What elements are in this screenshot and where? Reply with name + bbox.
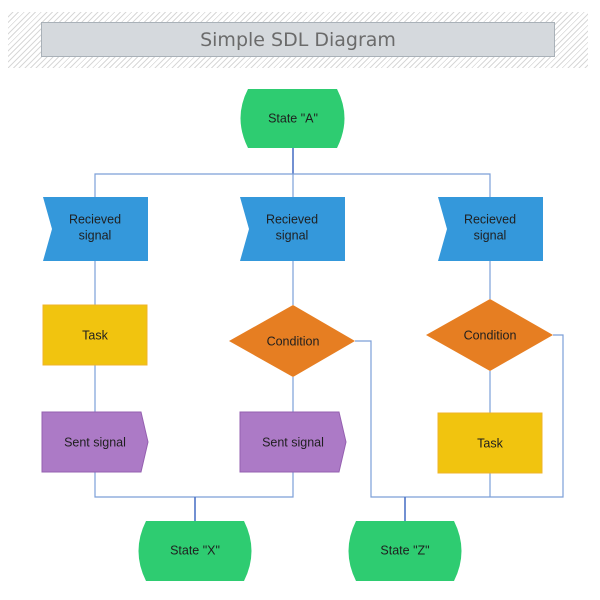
condition-node-2[interactable]: Condition [229,305,355,377]
state-z-node[interactable]: State "Z" [348,521,462,581]
connector-sent-merge [94,472,294,498]
received-signal-node-1[interactable]: Recieved signal [43,197,148,261]
recv-3-line2: signal [474,228,507,242]
sent-signal-node-2[interactable]: Sent signal [239,411,347,473]
state-x-node[interactable]: State "X" [138,521,252,581]
recv-1-line2: signal [79,228,112,242]
state-a-label: State "A" [268,111,318,125]
cond-3-label: Condition [464,328,517,342]
condition-node-3[interactable]: Condition [426,299,553,371]
task-1-label: Task [82,328,108,342]
state-x-label: State "X" [170,543,220,557]
recv-3-line1: Recieved [464,212,516,226]
received-signal-node-3[interactable]: Recieved signal [438,197,543,261]
sdl-diagram: State "A" Recieved signal Recieved signa… [41,89,564,581]
sent-1-label: Sent signal [64,435,126,449]
sent-2-label: Sent signal [262,435,324,449]
cond-2-label: Condition [267,334,320,348]
state-a-node[interactable]: State "A" [240,89,345,148]
recv-2-line2: signal [276,228,309,242]
task-node-1[interactable]: Task [42,304,148,366]
task-3-label: Task [477,436,503,450]
sent-signal-node-1[interactable]: Sent signal [41,411,149,473]
task-node-3[interactable]: Task [437,412,543,474]
received-signal-node-2[interactable]: Recieved signal [240,197,345,261]
recv-1-line1: Recieved [69,212,121,226]
recv-2-line1: Recieved [266,212,318,226]
state-z-label: State "Z" [380,543,429,557]
